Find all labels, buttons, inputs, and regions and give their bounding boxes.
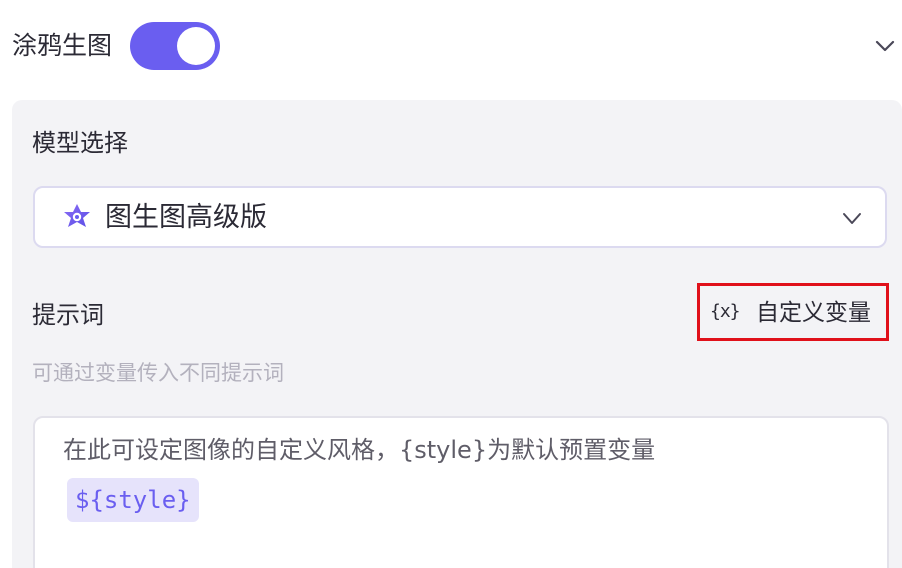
toggle-knob (177, 27, 215, 65)
custom-variable-button[interactable]: {x} 自定义变量 (697, 283, 889, 341)
sparkle-logo-icon (64, 204, 90, 227)
section-title: 涂鸦生图 (12, 31, 113, 60)
doodle-to-image-panel: 涂鸦生图 模型选择 图生图高级版 提示词 {x} 自定义变量 可通过变量传入不同… (0, 0, 902, 568)
chevron-down-icon[interactable] (874, 36, 896, 56)
selected-model: 图生图高级版 (105, 202, 267, 233)
section-header: 涂鸦生图 (0, 0, 902, 96)
prompt-label: 提示词 (32, 301, 104, 329)
style-variable-chip[interactable]: ${style} (67, 478, 199, 522)
enable-toggle[interactable] (130, 22, 220, 70)
prompt-textarea[interactable]: 在此可设定图像的自定义风格，{style}为默认预置变量 ${style} (33, 416, 889, 568)
custom-variable-label: 自定义变量 (756, 300, 871, 326)
chevron-down-icon (843, 213, 861, 224)
prompt-placeholder: 在此可设定图像的自定义风格，{style}为默认预置变量 (63, 436, 656, 464)
variable-icon: {x} (710, 301, 740, 322)
prompt-hint: 可通过变量传入不同提示词 (32, 361, 284, 385)
model-select[interactable]: 图生图高级版 (33, 186, 887, 248)
model-select-label: 模型选择 (32, 129, 128, 157)
